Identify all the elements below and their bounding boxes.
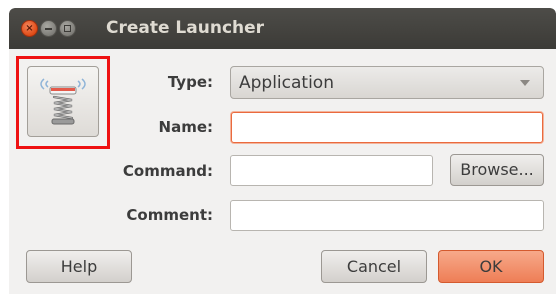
type-combobox[interactable]: Application	[230, 66, 544, 99]
launcher-icon-button[interactable]	[27, 66, 99, 137]
close-icon: ×	[25, 23, 34, 34]
help-button-label: Help	[60, 257, 98, 276]
comment-label: Comment:	[126, 206, 213, 224]
maximize-icon	[60, 21, 75, 36]
ok-button-label: OK	[479, 257, 503, 276]
comment-field[interactable]	[230, 200, 544, 231]
chevron-down-icon	[520, 80, 530, 86]
spring-launcher-icon	[40, 78, 86, 125]
command-label: Command:	[122, 162, 213, 180]
minimize-icon	[41, 21, 56, 36]
cancel-button[interactable]: Cancel	[321, 250, 427, 283]
browse-button-label: Browse...	[460, 160, 534, 179]
create-launcher-dialog: × Create Launcher Type: Application Name…	[9, 8, 556, 294]
close-window-button[interactable]: ×	[21, 20, 38, 37]
titlebar: × Create Launcher	[9, 8, 556, 49]
maximize-window-button[interactable]	[59, 20, 76, 37]
help-button[interactable]: Help	[26, 250, 132, 283]
window-title: Create Launcher	[106, 18, 265, 38]
ok-button[interactable]: OK	[438, 250, 544, 283]
minimize-window-button[interactable]	[40, 20, 57, 37]
command-field[interactable]	[230, 155, 433, 186]
type-label: Type:	[167, 73, 213, 91]
type-selected-value: Application	[239, 73, 334, 93]
name-label: Name:	[158, 118, 213, 136]
browse-button[interactable]: Browse...	[450, 154, 544, 186]
cancel-button-label: Cancel	[346, 257, 402, 276]
name-field[interactable]	[231, 112, 543, 143]
